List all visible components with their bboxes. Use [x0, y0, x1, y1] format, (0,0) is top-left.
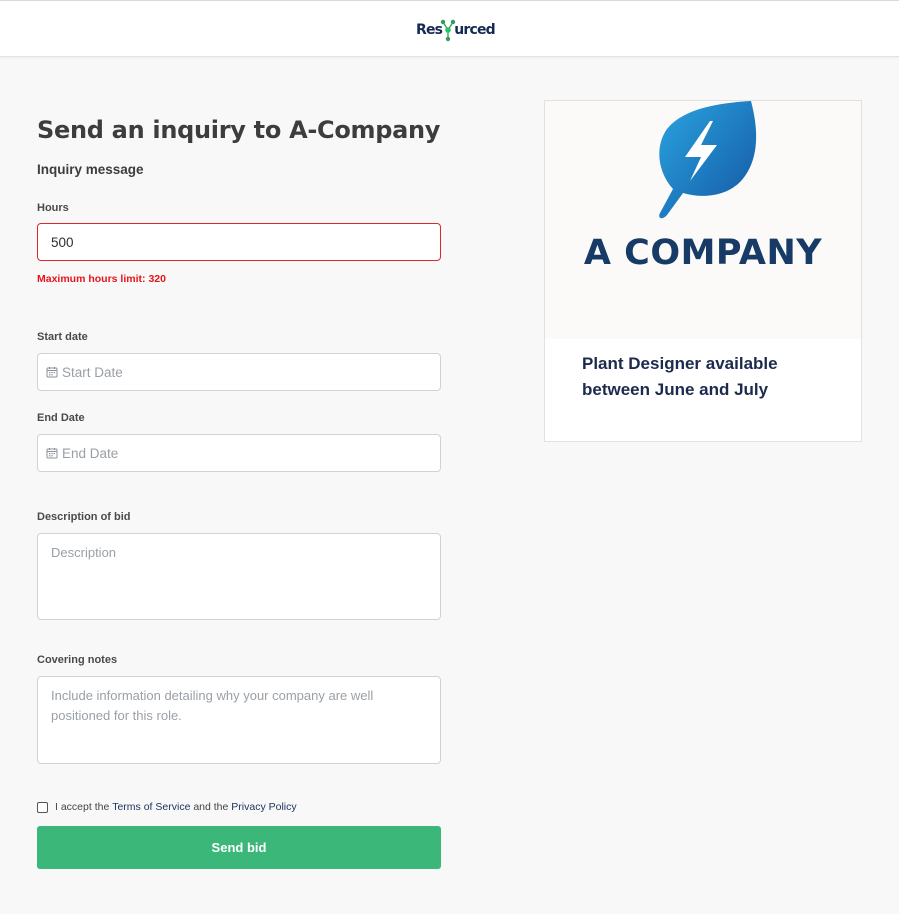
hours-value: 500: [51, 234, 74, 250]
hours-error-message: Maximum hours limit: 320: [37, 273, 166, 285]
end-date-label: End Date: [37, 412, 85, 424]
terms-checkbox[interactable]: [37, 801, 48, 813]
send-bid-button[interactable]: Send bid: [37, 826, 441, 869]
terms-middle: and the: [193, 801, 229, 813]
description-placeholder: Description: [51, 545, 117, 560]
covering-notes-placeholder: Include information detailing why your c…: [51, 688, 374, 723]
start-date-label: Start date: [37, 331, 88, 343]
page-title: Send an inquiry to A-Company: [37, 116, 441, 144]
end-date-placeholder: End Date: [62, 445, 119, 461]
description-label: Description of bid: [37, 511, 131, 523]
hours-error-limit: 320: [148, 273, 166, 285]
company-logo-image: A COMPANY: [545, 101, 861, 339]
hours-input[interactable]: 500: [37, 223, 441, 261]
logo-text-left: Res: [416, 22, 443, 38]
logo-node-icon: [441, 19, 456, 42]
company-name: A COMPANY: [583, 233, 823, 273]
company-card: A COMPANY Plant Designer available betwe…: [544, 100, 862, 442]
terms-of-service-link[interactable]: Terms of Service: [112, 801, 190, 813]
start-date-placeholder: Start Date: [62, 364, 123, 380]
start-date-input[interactable]: Start Date: [37, 353, 441, 391]
leaf-bolt-icon: [659, 101, 757, 219]
top-navbar: Res urced: [0, 0, 899, 57]
end-date-input[interactable]: End Date: [37, 434, 441, 472]
card-description: Plant Designer available between June an…: [582, 354, 778, 399]
hours-label: Hours: [37, 202, 69, 214]
logo-text-right: urced: [454, 22, 495, 38]
covering-notes-textarea[interactable]: Include information detailing why your c…: [37, 676, 441, 764]
terms-row: I accept the Terms of Service and the Pr…: [37, 801, 297, 813]
covering-notes-label: Covering notes: [37, 654, 118, 666]
resourced-logo[interactable]: Res urced: [416, 18, 496, 42]
privacy-policy-link[interactable]: Privacy Policy: [231, 801, 296, 813]
terms-prefix: I accept the: [55, 801, 110, 813]
description-textarea[interactable]: Description: [37, 533, 441, 620]
calendar-icon: [46, 366, 58, 378]
calendar-icon: [46, 447, 58, 459]
section-subtitle: Inquiry message: [37, 162, 144, 177]
hours-error-text: Maximum hours limit:: [37, 273, 146, 285]
